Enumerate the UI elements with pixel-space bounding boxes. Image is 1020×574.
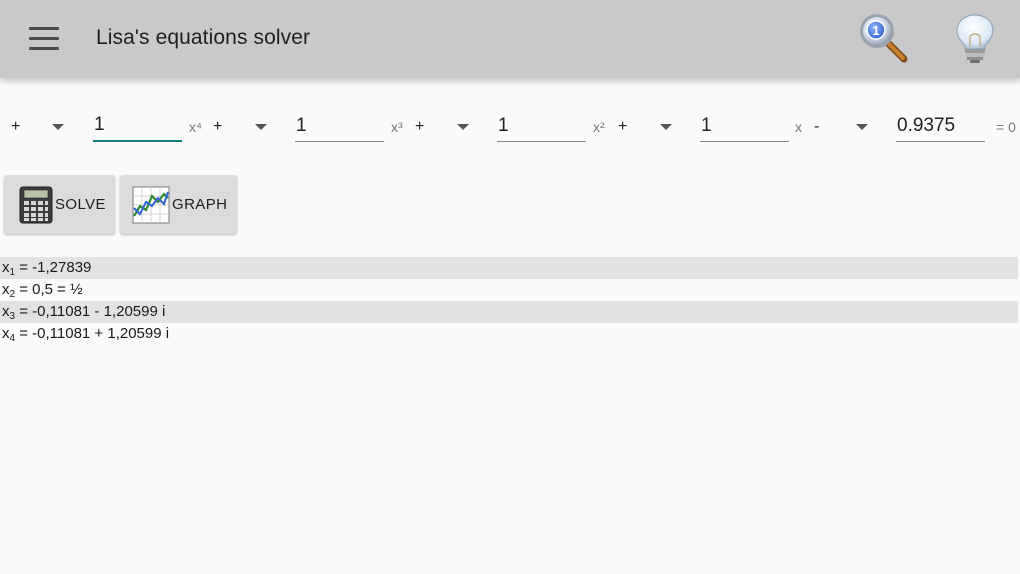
coefficient-x4-input[interactable] <box>93 112 182 142</box>
power-label-x2: x² <box>593 119 605 135</box>
lightbulb-icon[interactable] <box>946 10 1004 68</box>
equation-row: + x⁴ + x³ + x² + x - = 0 <box>0 100 1020 152</box>
graph-button[interactable]: GRAPH <box>120 175 237 234</box>
solve-button-label: SOLVE <box>55 196 106 213</box>
equals-zero-label: = 0 <box>996 119 1016 135</box>
calculator-icon <box>19 186 53 223</box>
coefficient-x2-input[interactable] <box>497 112 586 142</box>
app-title: Lisa's equations solver <box>96 26 311 49</box>
dropdown-arrow-icon[interactable] <box>52 124 64 130</box>
coefficient-x1-input[interactable] <box>700 112 789 142</box>
sign-select-5[interactable]: - <box>814 118 819 136</box>
power-label-x3: x³ <box>391 119 403 135</box>
sign-select-2[interactable]: + <box>213 118 222 136</box>
constant-input[interactable] <box>896 112 985 142</box>
results-list: x1 = -1,27839 x2 = 0,5 = ½ x3 = -0,11081… <box>0 257 1020 345</box>
sign-select-1[interactable]: + <box>11 118 20 136</box>
result-row: x1 = -1,27839 <box>0 257 1018 279</box>
dropdown-arrow-icon[interactable] <box>856 124 868 130</box>
solve-button[interactable]: SOLVE <box>4 175 115 234</box>
coefficient-x3-input[interactable] <box>295 112 384 142</box>
graph-button-label: GRAPH <box>172 196 228 213</box>
graph-icon <box>132 186 170 223</box>
search-badge: 1 <box>872 23 879 38</box>
sign-select-4[interactable]: + <box>618 118 627 136</box>
dropdown-arrow-icon[interactable] <box>457 124 469 130</box>
result-row: x4 = -0,11081 + 1,20599 i <box>2 325 170 344</box>
app-bar: Lisa's equations solver 1 <box>0 0 1020 78</box>
result-row: x3 = -0,11081 - 1,20599 i <box>0 301 1018 323</box>
result-row: x2 = 0,5 = ½ <box>2 281 83 300</box>
sign-select-3[interactable]: + <box>415 118 424 136</box>
dropdown-arrow-icon[interactable] <box>660 124 672 130</box>
power-label-x: x <box>795 119 802 135</box>
dropdown-arrow-icon[interactable] <box>255 124 267 130</box>
power-label-x4: x⁴ <box>189 119 203 135</box>
hamburger-menu-icon[interactable] <box>22 18 66 58</box>
search-one-icon[interactable]: 1 <box>856 10 914 68</box>
